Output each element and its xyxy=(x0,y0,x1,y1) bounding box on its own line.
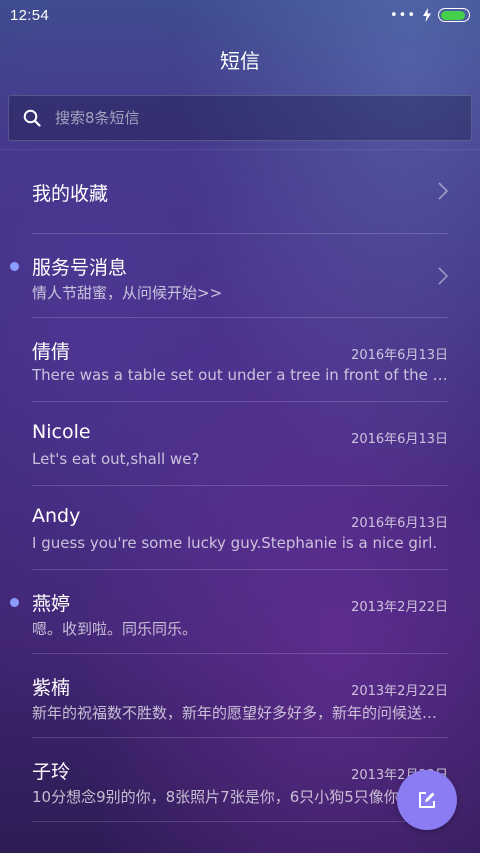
conversation-row[interactable]: Andy 2016年6月13日 I guess you're some lucky … xyxy=(32,486,448,570)
message-preview: Let's eat out,shall we? xyxy=(32,450,200,468)
conversation-row[interactable]: 紫楠 2013年2月22日新年的祝福数不胜数，新年的愿望好多好多，新年的问候送给你 xyxy=(32,654,448,738)
service-preview: 情人节甜蜜，从问候开始>> xyxy=(32,284,223,302)
message-preview: There was a table set out under a tree i… xyxy=(32,366,448,384)
compose-button[interactable] xyxy=(397,770,457,830)
unread-dot xyxy=(10,262,19,271)
contact-name: 紫楠 xyxy=(32,677,71,699)
message-date: 2013年2月22日 xyxy=(351,684,448,699)
message-date: 2016年6月13日 xyxy=(351,432,448,447)
chevron-right-icon xyxy=(438,267,448,285)
message-date: 2016年6月13日 xyxy=(351,516,448,531)
header: 短信 xyxy=(0,30,480,88)
service-title: 服务号消息 xyxy=(32,257,128,279)
chevron-right-icon xyxy=(438,182,448,200)
search-box[interactable] xyxy=(8,95,472,141)
message-date: 2013年2月22日 xyxy=(351,600,448,615)
compose-icon xyxy=(419,792,435,808)
message-date: 2016年6月13日 xyxy=(351,348,448,363)
service-row[interactable]: 服务号消息 情人节甜蜜，从问候开始>> xyxy=(10,234,448,318)
page-title: 短信 xyxy=(220,48,260,73)
bolt-icon xyxy=(423,8,431,22)
conversation-row[interactable]: 子玲 2013年2月22日 10分想念9别的你，8张照片7张是你，6只小狗5只像你 xyxy=(32,738,448,822)
status-bar: 12:54 ••• xyxy=(0,0,480,30)
message-preview: 嗯。收到啦。同乐同乐。 xyxy=(32,620,198,638)
search-icon xyxy=(23,109,41,127)
message-preview: 新年的祝福数不胜数，新年的愿望好多好多，新年的问候送给你 xyxy=(32,704,448,722)
battery-fill xyxy=(440,10,465,20)
status-icons: ••• xyxy=(390,8,470,22)
overflow-dots: ••• xyxy=(389,7,416,23)
contact-name: 燕婷 xyxy=(32,593,71,615)
conversation-row[interactable]: 倩倩 2016年6月13日 There was a table set out un… xyxy=(32,318,448,402)
battery-icon xyxy=(438,8,470,22)
contact-name: Andy xyxy=(32,505,81,527)
message-list: 我的收藏 服务号消息 情人节甜蜜，从问候开始>> 倩倩 2016年6月13日 The… xyxy=(0,150,480,822)
favorites-row[interactable]: 我的收藏 xyxy=(32,150,448,234)
contact-name: Nicole xyxy=(32,421,91,443)
message-preview: I guess you're some lucky guy.Stephanie … xyxy=(32,534,438,552)
unread-dot xyxy=(10,598,19,607)
conversation-row[interactable]: Nicole 2016年6月13日 Let's eat out,shall we? xyxy=(32,402,448,486)
message-preview: 10分想念9别的你，8张照片7张是你，6只小狗5只像你 xyxy=(32,788,399,806)
contact-name: 子玲 xyxy=(32,761,71,783)
conversation-row[interactable]: 燕婷 2013年2月22日嗯。收到啦。同乐同乐。 xyxy=(10,570,448,654)
contact-name: 倩倩 xyxy=(32,341,71,363)
search-input[interactable] xyxy=(55,109,471,127)
favorites-label: 我的收藏 xyxy=(32,183,109,205)
status-time: 12:54 xyxy=(10,6,50,24)
